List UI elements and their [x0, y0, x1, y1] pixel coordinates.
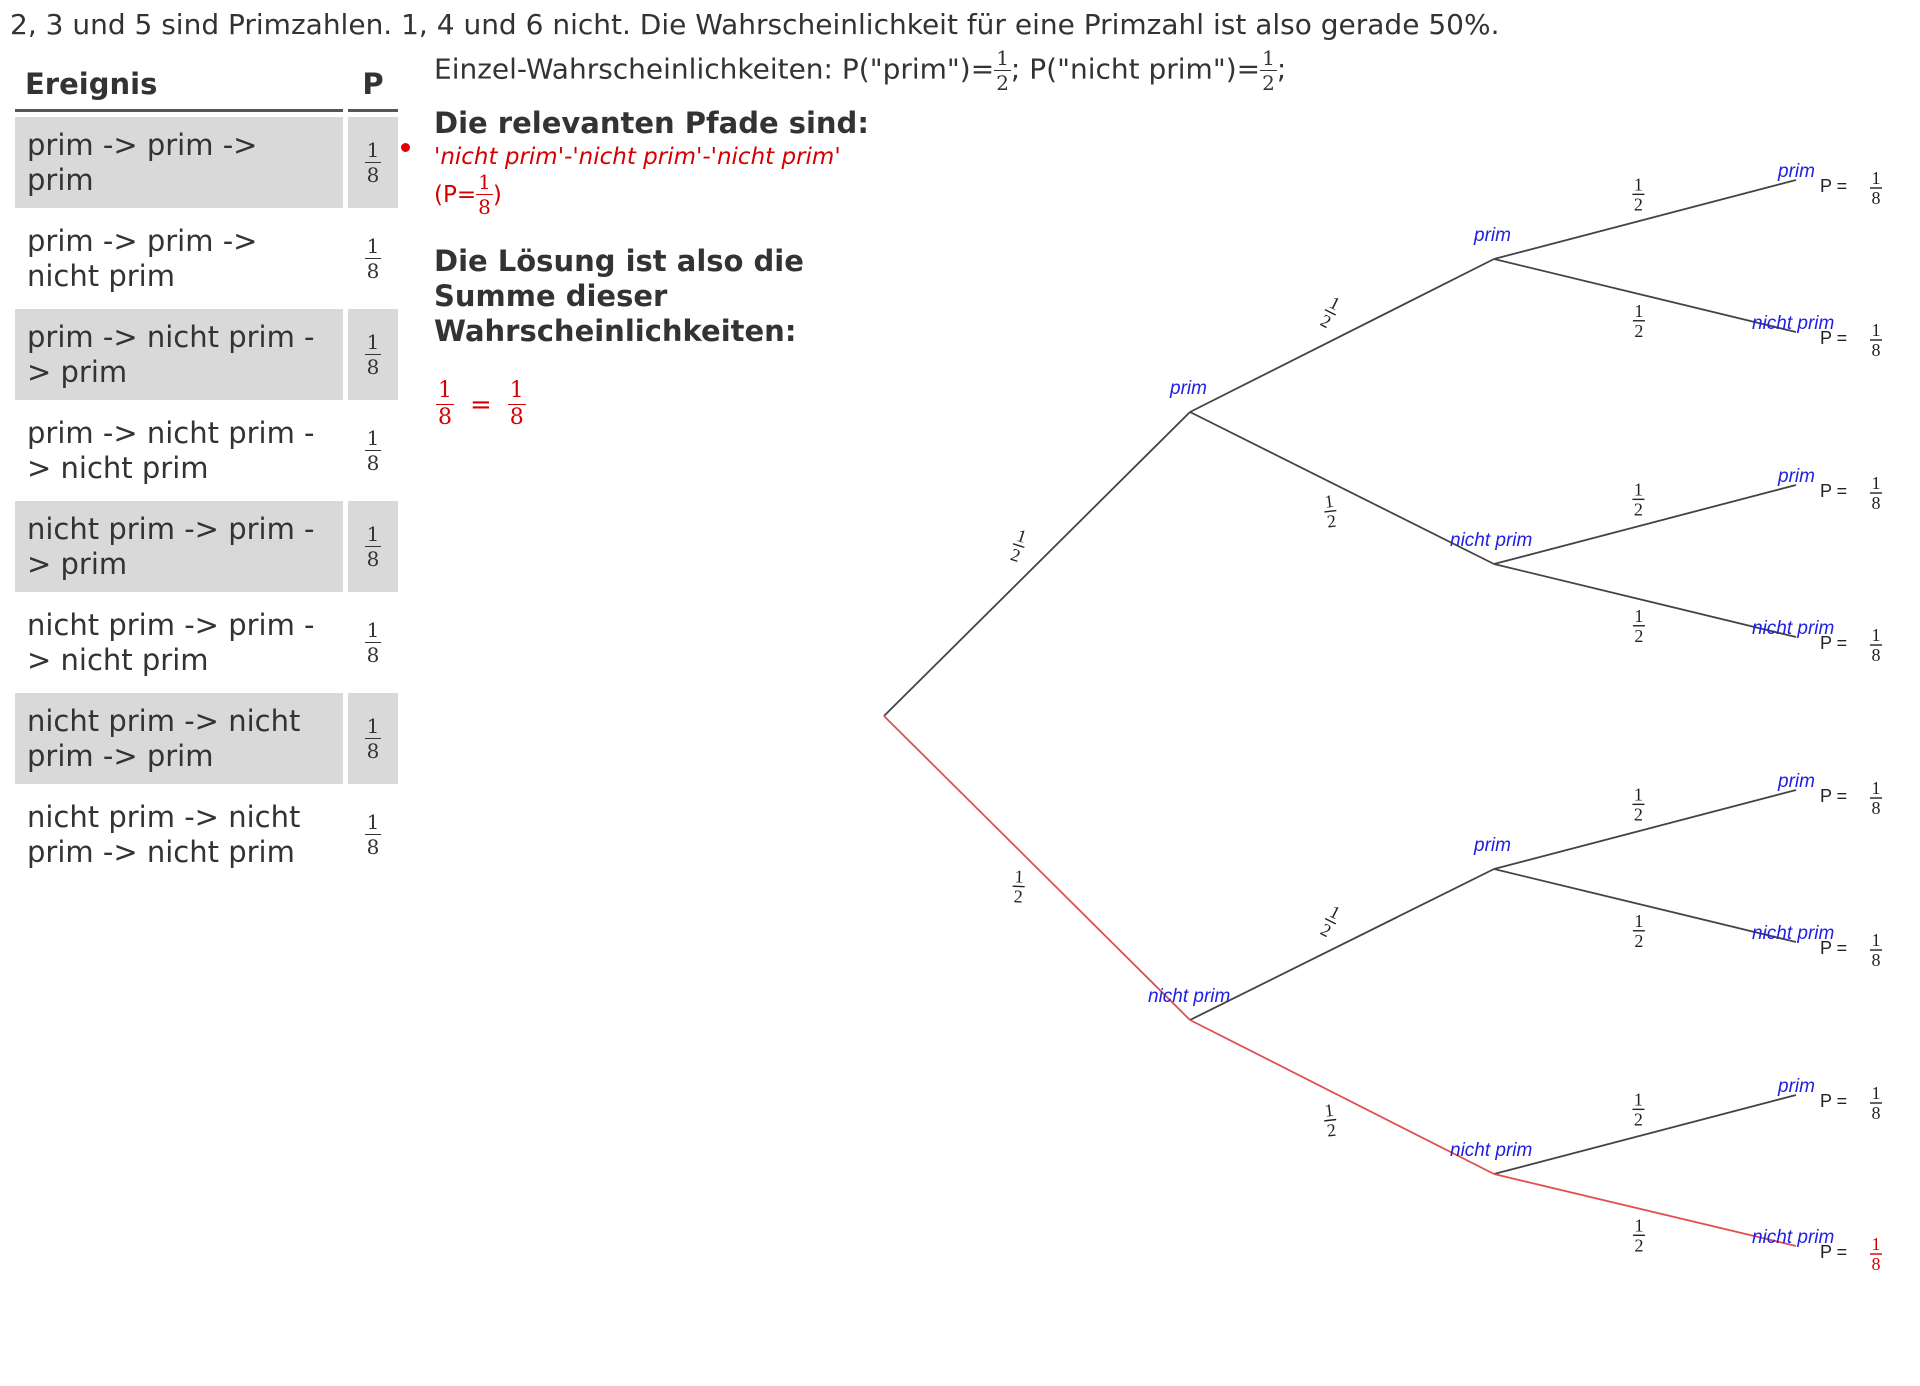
- leaf-label: prim: [1777, 771, 1815, 792]
- leaf-probability-num: 1: [1872, 473, 1881, 493]
- branch-probability-num: 1: [1014, 525, 1029, 547]
- leaf-probability-num: 1: [1872, 1234, 1881, 1254]
- leaf-probability-den: 8: [1872, 493, 1881, 513]
- leaf-p-label: P =: [1820, 633, 1847, 653]
- branch-probability-den: 2: [1634, 1109, 1643, 1129]
- branch-probability: 12: [1317, 292, 1343, 332]
- branch-probability: 12: [1317, 901, 1343, 941]
- tree-branch: [883, 715, 1191, 1021]
- node-label: nicht prim: [1450, 1140, 1532, 1161]
- branch-probability-den: 2: [1634, 626, 1643, 646]
- tree-branch: [1189, 868, 1495, 1021]
- branch-probability-num: 1: [1634, 174, 1643, 194]
- leaf-probability: 18: [1870, 930, 1882, 970]
- tree-branch: [883, 411, 1191, 717]
- leaf-p-label: P =: [1820, 176, 1847, 196]
- branch-probability-den: 2: [1008, 544, 1023, 566]
- branch-probability: 12: [1324, 491, 1338, 532]
- branch-probability-num: 1: [1634, 479, 1643, 499]
- leaf-probability: 18: [1870, 320, 1882, 360]
- branch-probability: 12: [1632, 606, 1645, 646]
- probability-tree-diagram: 1212121212121212121212121212primnicht pr…: [883, 161, 1882, 1274]
- branch-probability-den: 2: [1317, 919, 1334, 941]
- leaf-probability-den: 8: [1872, 645, 1881, 665]
- branch-probability-num: 1: [1014, 866, 1024, 886]
- branch-probability: 12: [1632, 1215, 1645, 1255]
- tree-branch: [1493, 179, 1797, 260]
- leaf-probability-num: 1: [1872, 625, 1881, 645]
- leaf-probability: 18: [1870, 473, 1882, 513]
- branch-probability-den: 2: [1317, 310, 1334, 332]
- branch-probability-den: 2: [1326, 511, 1337, 532]
- tree-branch: [1493, 484, 1797, 565]
- leaf-probability-den: 8: [1872, 1103, 1881, 1123]
- branch-probability-num: 1: [1634, 1215, 1643, 1235]
- node-label: prim: [1473, 835, 1511, 856]
- branch-probability-den: 2: [1634, 1235, 1643, 1255]
- leaf-probability: 18: [1870, 778, 1882, 818]
- tree-branch: [1493, 868, 1797, 943]
- branch-probability-den: 2: [1634, 931, 1643, 951]
- tree-branch: [1493, 258, 1797, 333]
- leaf-p-label: P =: [1820, 786, 1847, 806]
- branch-probability-num: 1: [1324, 491, 1335, 512]
- leaf-probability-den: 8: [1872, 798, 1881, 818]
- leaf-probability-num: 1: [1872, 778, 1881, 798]
- branch-probability: 12: [1008, 525, 1029, 566]
- branch-probability-den: 2: [1634, 804, 1643, 824]
- leaf-p-label: P =: [1820, 328, 1847, 348]
- branch-probability: 12: [1632, 174, 1645, 214]
- tree-branch: [1493, 789, 1797, 870]
- branch-probability-den: 2: [1326, 1120, 1337, 1141]
- branch-probability: 12: [1632, 301, 1645, 341]
- leaf-p-label: P =: [1820, 1091, 1847, 1111]
- leaf-probability: 18: [1870, 168, 1882, 208]
- leaf-probability-den: 8: [1872, 950, 1881, 970]
- branch-probability: 12: [1632, 1089, 1645, 1129]
- node-label: prim: [1169, 378, 1207, 399]
- branch-probability-den: 2: [1634, 194, 1643, 214]
- leaf-probability-den: 8: [1872, 340, 1881, 360]
- leaf-p-label: P =: [1820, 481, 1847, 501]
- leaf-probability-num: 1: [1872, 930, 1881, 950]
- branch-probability: 12: [1632, 479, 1645, 519]
- leaf-probability: 18: [1870, 625, 1882, 665]
- branch-probability-num: 1: [1634, 1089, 1643, 1109]
- tree-branch: [1493, 563, 1797, 638]
- branch-probability-num: 1: [1323, 1100, 1334, 1121]
- leaf-probability-num: 1: [1872, 320, 1881, 340]
- leaf-probability: 18: [1870, 1083, 1882, 1123]
- branch-probability: 12: [1632, 911, 1645, 951]
- branch-probability-den: 2: [1634, 499, 1643, 519]
- branch-probability-num: 1: [1634, 911, 1643, 931]
- node-label: nicht prim: [1450, 530, 1532, 551]
- branch-probability-num: 1: [1634, 301, 1643, 321]
- leaf-label: prim: [1777, 161, 1815, 182]
- branch-probability: 12: [1012, 866, 1025, 907]
- branch-probability: 12: [1323, 1100, 1337, 1141]
- leaf-probability-den: 8: [1872, 1254, 1881, 1274]
- leaf-probability-den: 8: [1872, 188, 1881, 208]
- tree-branch: [1189, 258, 1495, 413]
- branch-probability-num: 1: [1634, 784, 1643, 804]
- leaf-label: prim: [1777, 466, 1815, 487]
- branch-probability-den: 2: [1634, 321, 1643, 341]
- leaf-probability-num: 1: [1872, 168, 1881, 188]
- leaf-label: prim: [1777, 1076, 1815, 1097]
- tree-branch: [1189, 411, 1495, 565]
- leaf-probability: 18: [1870, 1234, 1882, 1274]
- branch-probability-num: 1: [1634, 606, 1643, 626]
- tree-branch: [1493, 1094, 1797, 1175]
- tree-branch: [1189, 1019, 1495, 1175]
- branch-probability-den: 2: [1013, 886, 1023, 906]
- leaf-p-label: P =: [1820, 1242, 1847, 1262]
- node-label: nicht prim: [1148, 986, 1230, 1007]
- tree-branch: [1493, 1173, 1797, 1247]
- leaf-probability-num: 1: [1872, 1083, 1881, 1103]
- node-label: prim: [1473, 225, 1511, 246]
- leaf-p-label: P =: [1820, 938, 1847, 958]
- branch-probability: 12: [1632, 784, 1645, 824]
